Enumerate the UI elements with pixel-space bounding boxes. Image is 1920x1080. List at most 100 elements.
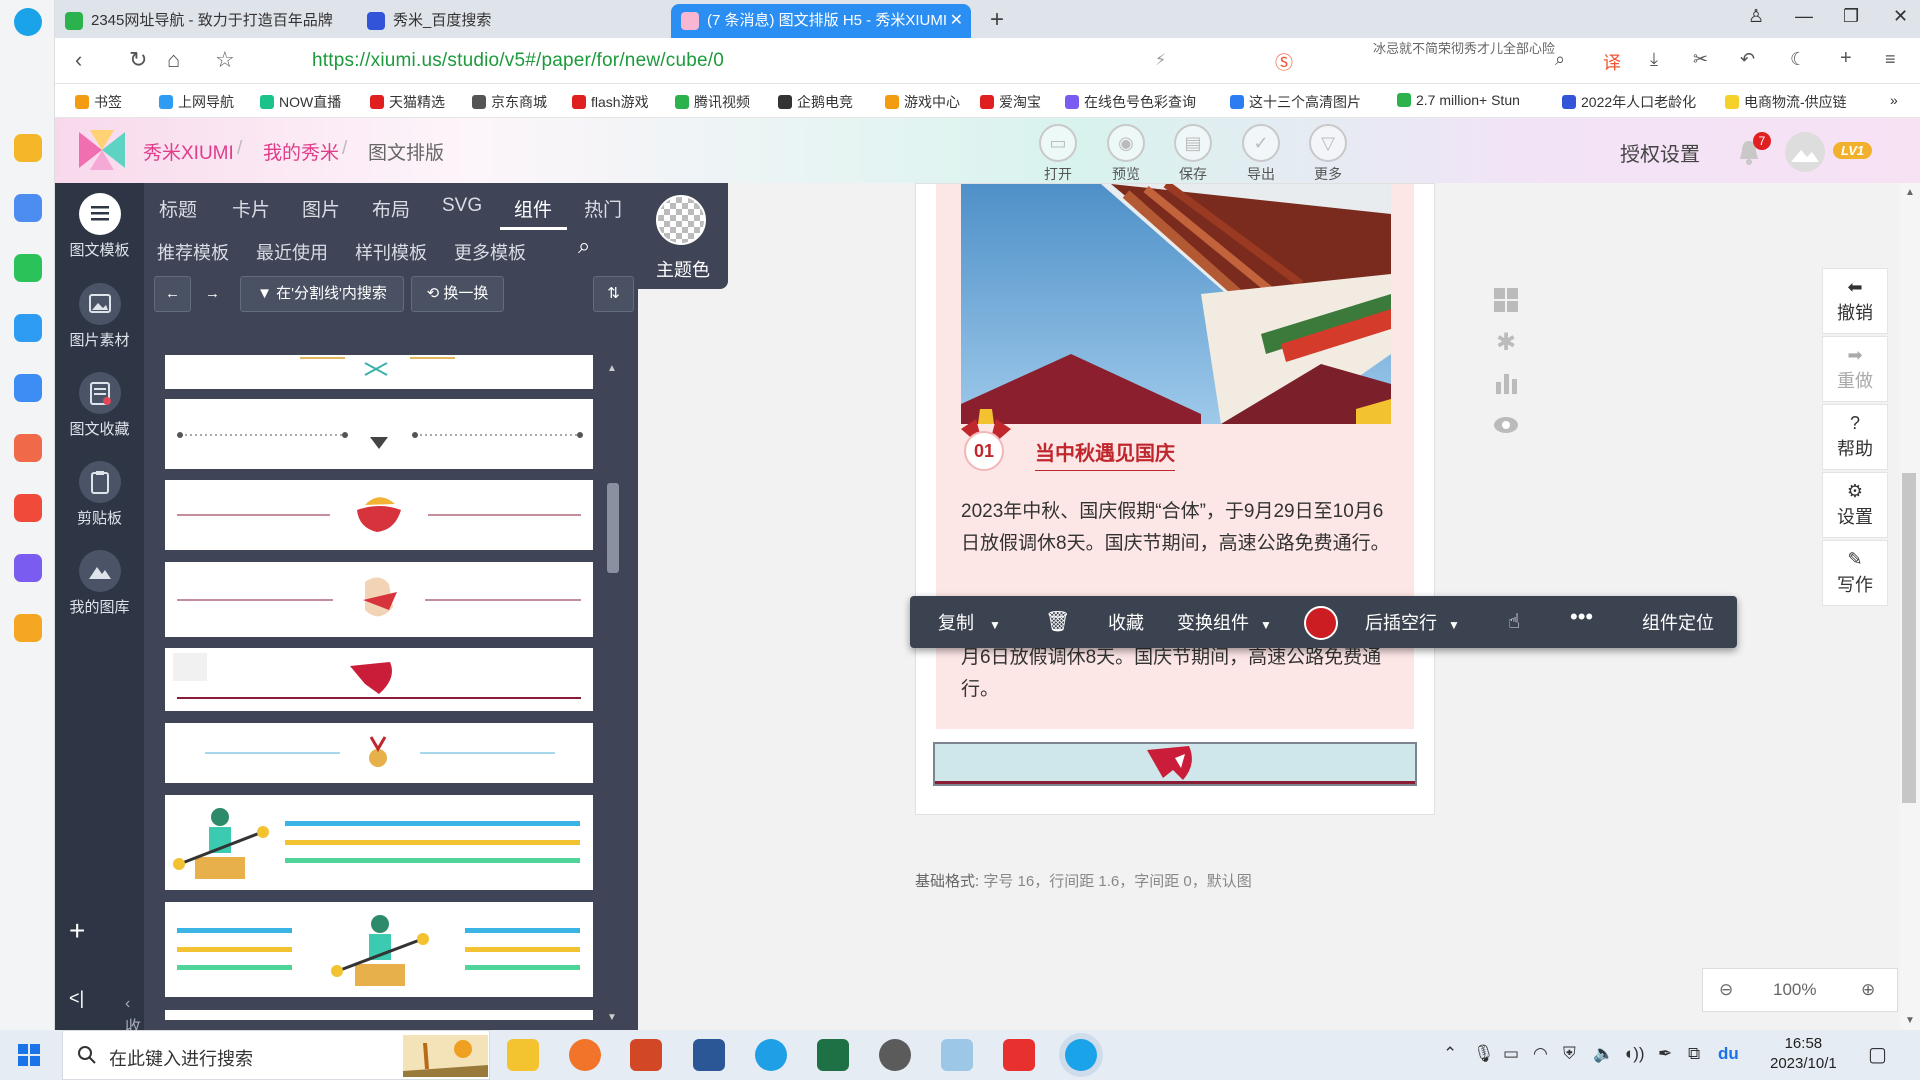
section-heading[interactable]: 当中秋遇见国庆 [1035, 437, 1175, 471]
canvas-scrollbar[interactable]: ▲ ▼ [1900, 183, 1920, 1030]
sogou-icon[interactable]: Ⓢ [1275, 49, 1293, 75]
help-button[interactable]: ? 帮助 [1822, 404, 1888, 470]
article-photo[interactable] [961, 184, 1391, 424]
article-paragraph[interactable]: 2023年中秋、国庆假期“合体”，于9月29日至10月6日放假调休8天。国庆节期… [961, 496, 1396, 560]
bookmark-item[interactable]: 天猫精选 [370, 92, 445, 112]
list-item[interactable] [165, 723, 593, 783]
write-button[interactable]: ✎ 写作 [1822, 540, 1888, 606]
browser-taskbar-icon[interactable] [1065, 1039, 1097, 1071]
tab-svg[interactable]: SVG [442, 195, 482, 217]
list-item[interactable] [165, 648, 593, 711]
subtab-magazine[interactable]: 样刊模板 [355, 239, 427, 265]
pointer-icon[interactable]: ☝ [1508, 609, 1520, 634]
search-app-icon[interactable] [14, 614, 42, 642]
translate-icon[interactable]: 译 [1603, 49, 1621, 75]
subtab-more[interactable]: 更多模板 [454, 239, 526, 265]
sidebar-item-templates[interactable]: 图文模板 [55, 193, 144, 260]
word-icon[interactable] [693, 1039, 725, 1071]
theme-color-box[interactable]: 主题色 [638, 183, 728, 289]
close-icon[interactable]: ✕ [950, 4, 963, 38]
bookmark-item[interactable]: 爱淘宝 [980, 92, 1041, 112]
scissors-icon[interactable]: ✂ [1693, 49, 1708, 70]
restore-icon[interactable]: ❐ [1843, 6, 1859, 27]
insert-blank-line-button[interactable]: 后插空行 ▼ [1365, 609, 1460, 635]
color-picker-button[interactable] [1304, 606, 1338, 640]
pen-icon[interactable]: ✒ [1658, 1044, 1672, 1064]
firefox-icon[interactable] [569, 1039, 601, 1071]
article-paragraph-repeat[interactable]: 月6日放假调休8天。国庆节期间，高速公路免费通行。 [961, 642, 1396, 706]
search-icon[interactable]: ⌕ [1555, 49, 1565, 70]
battery-icon[interactable]: ▭ [1503, 1044, 1519, 1064]
grid-icon[interactable] [1493, 287, 1519, 313]
new-tab-icon[interactable]: + [990, 6, 1004, 34]
taskbar-search[interactable]: 在此键入进行搜索 [62, 1030, 490, 1080]
bookmark-item[interactable]: 上网导航 [159, 92, 234, 112]
moon-icon[interactable]: ☾ [1790, 49, 1806, 70]
tab-title[interactable]: 标题 [159, 195, 197, 222]
sidebar-item-clipboard[interactable]: 剪贴板 [55, 461, 144, 528]
tab-card[interactable]: 卡片 [232, 195, 270, 222]
bookmark-item[interactable]: 京东商城 [472, 92, 547, 112]
edit-icon[interactable] [14, 554, 42, 582]
collapse-sidebar-icon[interactable]: <| [69, 988, 84, 1009]
browser-logo-icon[interactable] [14, 8, 42, 36]
more-icon[interactable]: ••• [1570, 604, 1593, 630]
shield-icon[interactable]: ⛨ [1563, 1044, 1576, 1064]
clock[interactable]: 16:58 2023/10/1 [1770, 1034, 1837, 1074]
locate-component-button[interactable]: 组件定位 [1642, 609, 1714, 635]
next-arrow-icon[interactable]: → [194, 276, 231, 312]
microphone-icon[interactable]: 🎙 [1473, 1044, 1495, 1064]
eye-icon[interactable] [1493, 412, 1519, 438]
settings-button[interactable]: ⚙ 设置 [1822, 472, 1888, 538]
tab-image[interactable]: 图片 [302, 195, 340, 222]
sidebar-item-images[interactable]: 图片素材 [55, 283, 144, 350]
open-button[interactable]: ▭ 打开 [1032, 124, 1084, 184]
export-button[interactable]: ✓ 导出 [1235, 124, 1287, 184]
filter-button[interactable]: ▼ 在'分割线'内搜索 [240, 276, 404, 312]
prev-arrow-icon[interactable]: ← [154, 276, 191, 312]
menu-icon[interactable]: ≡ [1885, 49, 1896, 70]
theme-color-swatch[interactable] [656, 195, 706, 245]
window-close-icon[interactable]: ✕ [1893, 6, 1908, 27]
bookmark-item[interactable]: 书签 [75, 92, 122, 112]
lightning-icon[interactable]: ⚡ [1155, 50, 1166, 70]
bookmark-item[interactable]: 2022年人口老龄化 [1562, 92, 1697, 112]
bookmark-item[interactable]: 在线色号色彩查询 [1065, 92, 1210, 112]
bookmark-item[interactable]: 这十三个高清图片 [1230, 92, 1361, 112]
chevron-up-icon[interactable]: ⌃ [1443, 1044, 1457, 1064]
shirt-icon[interactable] [14, 314, 42, 342]
sidebar-item-favorites[interactable]: 图文收藏 [55, 372, 144, 439]
list-item[interactable] [165, 480, 593, 550]
settings-gear-icon[interactable] [879, 1039, 911, 1071]
bookmark-item[interactable]: 游戏中心 [885, 92, 960, 112]
undo-button[interactable]: ⬅ 撤销 [1822, 268, 1888, 334]
bookmark-item[interactable]: flash游戏 [572, 92, 649, 112]
game-icon[interactable] [941, 1039, 973, 1071]
url-field[interactable]: https://xiumi.us/studio/v5#/paper/for/ne… [312, 50, 724, 72]
edge-icon[interactable] [755, 1039, 787, 1071]
cloud-icon[interactable] [14, 374, 42, 402]
selected-divider-component[interactable] [933, 742, 1417, 786]
zoom-in-icon[interactable]: ⊕ [1861, 980, 1875, 1000]
panel-scrollbar[interactable]: ▲ ▼ [607, 363, 619, 1023]
brand-link[interactable]: 秀米XIUMI [143, 138, 234, 165]
preview-button[interactable]: ◉ 预览 [1100, 124, 1152, 184]
sidebar-item-gallery[interactable]: 我的图库 [55, 550, 144, 617]
redo-button[interactable]: ➡ 重做 [1822, 336, 1888, 402]
list-item[interactable] [165, 795, 593, 890]
bookmark-item[interactable]: 电商物流-供应链 [1725, 92, 1847, 112]
wifi-icon[interactable]: ◠ [1533, 1044, 1548, 1064]
save-button[interactable]: ▤ 保存 [1167, 124, 1219, 184]
asterisk-icon[interactable]: ✱ [1493, 328, 1519, 356]
switch-component-button[interactable]: 变换组件 ▼ [1177, 609, 1272, 635]
tab-components[interactable]: 组件 [514, 195, 552, 222]
home-icon[interactable]: ⌂ [167, 47, 180, 73]
undo-icon[interactable]: ↶ [1740, 49, 1755, 70]
avatar[interactable] [1785, 132, 1825, 172]
windows-start-icon[interactable] [18, 1044, 40, 1066]
search-icon[interactable]: ⌕ [578, 233, 590, 259]
file-explorer-icon[interactable] [507, 1039, 539, 1071]
more-bookmarks-icon[interactable]: » [1890, 92, 1898, 108]
list-item[interactable] [165, 355, 593, 389]
clock-icon[interactable] [14, 194, 42, 222]
